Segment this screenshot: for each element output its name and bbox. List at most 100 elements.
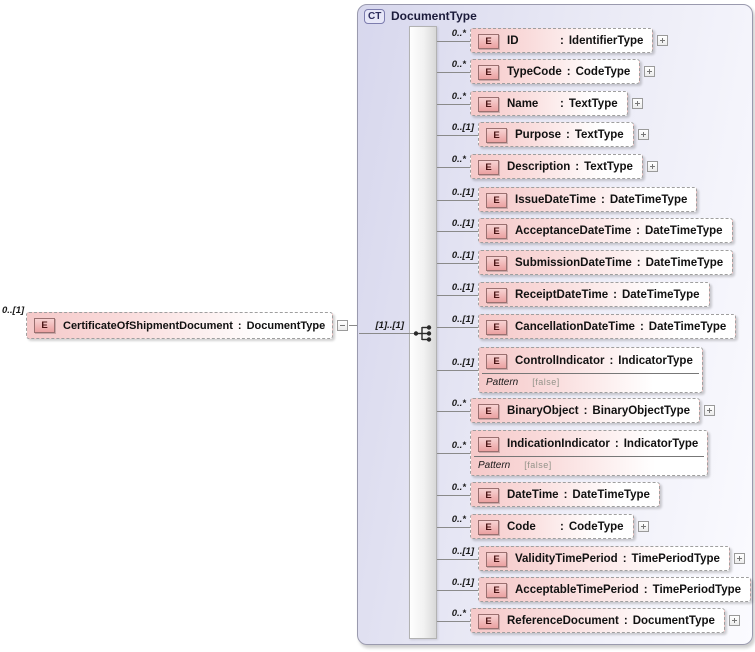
element-name: AcceptableTimePeriod bbox=[515, 584, 639, 596]
root-element-box[interactable]: E CertificateOfShipmentDocument : Docume… bbox=[26, 312, 348, 339]
element-type: TimePeriodType bbox=[652, 584, 742, 596]
type-separator: : bbox=[237, 319, 242, 332]
type-separator: : bbox=[622, 553, 627, 565]
connector-line bbox=[437, 104, 470, 105]
element-name: IndicationIndicator bbox=[507, 438, 610, 450]
connector-line bbox=[437, 135, 478, 136]
element-box[interactable]: E AcceptableTimePeriod : TimePeriodType bbox=[478, 577, 752, 602]
element-icon: E bbox=[486, 192, 507, 208]
element-icon: E bbox=[34, 318, 55, 333]
element-icon: E bbox=[478, 159, 499, 175]
element-box[interactable]: E DateTime : DateTimeType bbox=[470, 482, 660, 507]
cardinality-label: 0..[1] bbox=[451, 250, 474, 261]
element-name: BinaryObject bbox=[507, 405, 579, 417]
element-box[interactable]: E ControlIndicator : IndicatorType Patte… bbox=[478, 347, 703, 393]
element-box[interactable]: E TypeCode : CodeType bbox=[470, 59, 656, 84]
element-icon: E bbox=[478, 64, 499, 80]
type-separator: : bbox=[563, 489, 568, 501]
element-box[interactable]: E AcceptanceDateTime : DateTimeType bbox=[478, 218, 733, 243]
expand-icon[interactable] bbox=[637, 128, 649, 140]
element-box[interactable]: E ReceiptDateTime : DateTimeType bbox=[478, 282, 710, 307]
type-separator: : bbox=[566, 66, 571, 78]
sequence-compositor-icon bbox=[413, 325, 432, 342]
type-separator: : bbox=[614, 438, 619, 450]
connector-line bbox=[437, 590, 478, 591]
element-name: CancellationDateTime bbox=[515, 321, 635, 333]
connector-line bbox=[437, 295, 478, 296]
element-name: Purpose bbox=[515, 129, 562, 141]
connector-line bbox=[437, 559, 478, 560]
element-name: Code bbox=[507, 521, 536, 533]
element-box[interactable]: E IssueDateTime : DateTimeType bbox=[478, 187, 698, 212]
element-icon: E bbox=[486, 287, 507, 303]
facet-label: Pattern bbox=[486, 377, 519, 388]
connector-cardinality-label: [1]..[1] bbox=[375, 320, 405, 331]
element-box[interactable]: E ValidityTimePeriod : TimePeriodType bbox=[478, 546, 745, 571]
expand-icon[interactable] bbox=[644, 65, 656, 77]
element-box[interactable]: E Name : TextType bbox=[470, 91, 643, 116]
element-box[interactable]: E BinaryObject : BinaryObjectType bbox=[470, 398, 715, 423]
element-name: ReceiptDateTime bbox=[515, 289, 609, 301]
element-box[interactable]: E Code : CodeType bbox=[470, 514, 649, 539]
expand-icon[interactable] bbox=[728, 614, 740, 626]
element-name: DateTime bbox=[507, 489, 559, 501]
element-icon: E bbox=[486, 319, 507, 335]
element-box[interactable]: E Purpose : TextType bbox=[478, 122, 649, 147]
cardinality-label: 0..[1] bbox=[451, 357, 474, 368]
element-icon: E bbox=[486, 223, 507, 239]
cardinality-label: 0..* bbox=[451, 482, 466, 493]
element-name: Description bbox=[507, 161, 571, 173]
element-icon: E bbox=[486, 127, 507, 143]
element-name: AcceptanceDateTime bbox=[515, 225, 632, 237]
element-icon: E bbox=[478, 33, 499, 49]
expand-icon[interactable] bbox=[733, 552, 745, 564]
connector-line bbox=[437, 411, 470, 412]
expand-icon[interactable] bbox=[657, 34, 669, 46]
complex-type-title: DocumentType bbox=[391, 9, 477, 23]
xsd-diagram-canvas: 0..[1] E CertificateOfShipmentDocument :… bbox=[0, 0, 755, 652]
facet-label: Pattern bbox=[478, 460, 511, 471]
cardinality-label: 0..* bbox=[451, 440, 466, 451]
cardinality-label: 0..* bbox=[451, 154, 466, 165]
element-icon: E bbox=[478, 487, 499, 503]
element-box[interactable]: E CancellationDateTime : DateTimeType bbox=[478, 314, 737, 339]
expand-icon[interactable] bbox=[637, 520, 649, 532]
expand-icon[interactable] bbox=[646, 160, 658, 172]
element-type: DateTimeType bbox=[621, 289, 700, 301]
type-separator: : bbox=[575, 161, 580, 173]
element-type: TextType bbox=[574, 129, 624, 141]
type-separator: : bbox=[560, 98, 564, 110]
element-type: DocumentType bbox=[632, 615, 715, 627]
cardinality-label: 0..[1] bbox=[451, 577, 474, 588]
element-box[interactable]: E Description : TextType bbox=[470, 154, 658, 179]
element-name: Name bbox=[507, 98, 539, 110]
element-type: TextType bbox=[584, 161, 633, 173]
cardinality-label: 0..* bbox=[451, 608, 466, 619]
element-icon: E bbox=[486, 255, 507, 271]
cardinality-label: 0..* bbox=[451, 398, 466, 409]
root-element-name: CertificateOfShipmentDocument bbox=[63, 319, 233, 332]
element-box[interactable]: E SubmissionDateTime : DateTimeType bbox=[478, 250, 734, 275]
type-separator: : bbox=[643, 584, 648, 596]
collapse-icon[interactable] bbox=[337, 319, 348, 331]
cardinality-label: 0..[1] bbox=[451, 314, 474, 325]
element-icon: E bbox=[478, 519, 499, 535]
element-type: IndicatorType bbox=[618, 355, 693, 367]
facet-value: [false] bbox=[524, 460, 552, 470]
element-box[interactable]: E ReferenceDocument : DocumentType bbox=[470, 608, 740, 633]
facet-value: [false] bbox=[532, 377, 560, 387]
expand-icon[interactable] bbox=[704, 404, 715, 416]
cardinality-label: 0..[1] bbox=[451, 187, 474, 198]
connector-line bbox=[437, 527, 470, 528]
type-separator: : bbox=[583, 405, 588, 417]
element-box[interactable]: E ID : IdentifierType bbox=[470, 28, 669, 53]
cardinality-label: 0..* bbox=[451, 514, 466, 525]
connector-line bbox=[437, 453, 470, 454]
type-separator: : bbox=[613, 289, 617, 301]
element-box[interactable]: E IndicationIndicator : IndicatorType Pa… bbox=[470, 430, 709, 476]
element-type: DateTimeType bbox=[609, 194, 688, 206]
expand-icon[interactable] bbox=[631, 97, 643, 109]
connector-line bbox=[437, 370, 478, 371]
element-name: ValidityTimePeriod bbox=[515, 553, 618, 565]
element-type: TextType bbox=[568, 98, 618, 110]
